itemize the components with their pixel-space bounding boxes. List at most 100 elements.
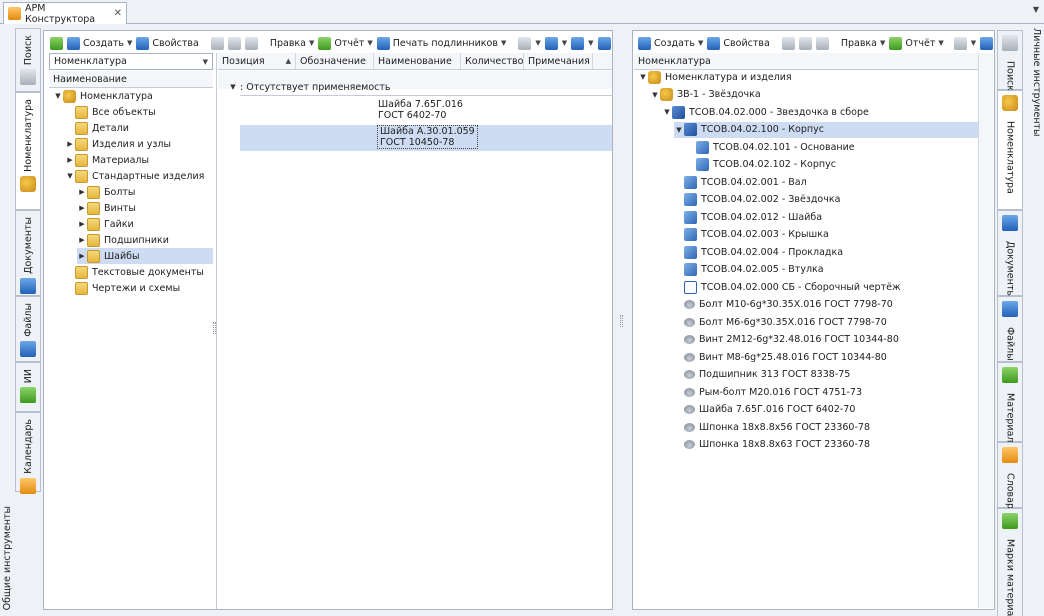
tree-row[interactable]: Винт М8-6g*25.48.016 ГОСТ 10344-80 (674, 349, 978, 365)
tree-row[interactable]: ТСОВ.04.02.101 - Основание (686, 139, 978, 155)
tree-row[interactable]: ▼ Стандартные изделия (65, 168, 213, 184)
vtab-dictionary[interactable]: Словарь (997, 442, 1023, 515)
tree-row[interactable]: Шпонка 18x8.8x56 ГОСТ 23360-78 (674, 419, 978, 435)
copy-icon[interactable] (815, 36, 829, 50)
tree-row[interactable]: Текстовые документы (65, 264, 213, 280)
refresh-icon[interactable] (50, 36, 63, 50)
tree-row[interactable]: ▼ Номенклатура и изделия (638, 69, 978, 85)
save-icon[interactable] (798, 36, 812, 50)
view-icon[interactable] (571, 36, 585, 50)
group-row[interactable]: ▼ : Отсутствует применяемость (228, 79, 612, 95)
vtab-material[interactable]: Материал (997, 362, 1023, 443)
vtab-binoculars[interactable]: Поиск (997, 30, 1023, 91)
expand-arrow-icon[interactable]: ▶ (77, 236, 87, 244)
tree-row[interactable]: Шпонка 18x8.8x63 ГОСТ 23360-78 (674, 437, 978, 453)
tree-row[interactable]: ▼ ТСОВ.04.02.100 - Корпус (674, 121, 978, 138)
collapse-arrow-icon[interactable]: ▼ (674, 126, 684, 134)
tree-row[interactable]: Подшипник 313 ГОСТ 8338-75 (674, 367, 978, 383)
right-tree-header-name[interactable]: Номенклатура (634, 53, 978, 69)
table-row[interactable]: Шайба 7.65Г.016 ГОСТ 6402-70 (240, 98, 612, 124)
tree-row[interactable]: ТСОВ.04.02.000 СБ - Сборочный чертёж (674, 279, 978, 295)
layout-icon[interactable] (597, 36, 611, 50)
chevron-down-icon[interactable]: ▼ (1033, 5, 1039, 14)
tree-row[interactable]: ▶ Шайбы (77, 248, 213, 264)
center-splitter[interactable] (620, 315, 623, 327)
vtab-ii[interactable]: ИИ (15, 362, 41, 412)
col-notes[interactable]: Примечания (524, 53, 593, 69)
tree-row[interactable]: Детали (65, 120, 213, 136)
collapse-arrow-icon[interactable]: ▼ (638, 73, 648, 81)
tree-row[interactable]: Шайба 7.65Г.016 ГОСТ 6402-70 (674, 402, 978, 418)
left-tree-header-name[interactable]: Наименование (49, 71, 213, 87)
right-scrollbar[interactable] (978, 53, 993, 608)
vtab-nomenclature[interactable]: Номенклатура (997, 90, 1023, 210)
tree-row[interactable]: Болт М6-6g*30.35Х.016 ГОСТ 7798-70 (674, 314, 978, 330)
right-properties-button[interactable]: Свойства (707, 36, 770, 50)
vtab-files[interactable]: Файлы (15, 296, 41, 362)
edit-icon[interactable] (781, 36, 795, 50)
tree-row[interactable]: ▶ Изделия и узлы (65, 136, 213, 152)
tree-row[interactable]: ТСОВ.04.02.001 - Вал (674, 174, 978, 190)
expand-arrow-icon[interactable]: ▶ (77, 220, 87, 228)
printer-icon[interactable] (953, 36, 967, 50)
tree-row[interactable]: ▶ Материалы (65, 152, 213, 168)
tree-row[interactable]: ТСОВ.04.02.004 - Прокладка (674, 244, 978, 260)
create-button[interactable]: Создать ▼ (67, 36, 132, 50)
edit-menu-button[interactable]: Правка ▼ (270, 38, 315, 49)
tree-row[interactable]: ТСОВ.04.02.002 - Звёздочка (674, 192, 978, 208)
save-icon[interactable] (227, 36, 241, 50)
expand-arrow-icon[interactable]: ▶ (65, 156, 75, 164)
tree-row[interactable]: ▶ Гайки (77, 216, 213, 232)
collapse-arrow-icon[interactable]: ▼ (650, 91, 660, 99)
expand-arrow-icon[interactable]: ▶ (77, 252, 87, 260)
expand-arrow-icon[interactable]: ▶ (77, 204, 87, 212)
tree-row[interactable]: Чертежи и схемы (65, 280, 213, 296)
right-edit-menu-button[interactable]: Правка ▼ (841, 38, 886, 49)
tree-row[interactable]: Все объекты (65, 104, 213, 120)
tree-row[interactable]: ТСОВ.04.02.003 - Крышка (674, 227, 978, 243)
tree-row[interactable]: ▶ Подшипники (77, 232, 213, 248)
table-row[interactable]: Шайба А.30.01.059 ГОСТ 10450-78 (240, 125, 612, 151)
vtab-document[interactable]: Документы (997, 210, 1023, 298)
right-create-button[interactable]: Создать ▼ (638, 36, 703, 50)
col-position[interactable]: Позиция ▲ (218, 53, 296, 69)
user-icon[interactable] (980, 36, 993, 50)
expand-arrow-icon[interactable]: ▶ (65, 140, 75, 148)
tree-row[interactable]: ▶ Винты (77, 200, 213, 216)
collapse-arrow-icon[interactable]: ▼ (662, 108, 672, 116)
vtab-files[interactable]: Файлы (997, 296, 1023, 362)
report-button[interactable]: Отчёт ▼ (318, 36, 373, 50)
user-icon[interactable] (544, 36, 558, 50)
tree-row[interactable]: Рым-болт М20.016 ГОСТ 4751-73 (674, 384, 978, 400)
expand-arrow-icon[interactable]: ▶ (77, 188, 87, 196)
vtab-nomenclature[interactable]: Номенклатура (15, 92, 41, 210)
collapse-arrow-icon[interactable]: ▼ (65, 172, 75, 180)
col-quantity[interactable]: Количество (461, 53, 524, 69)
properties-button[interactable]: Свойства (136, 36, 199, 50)
close-icon[interactable]: ✕ (114, 8, 122, 19)
tree-row[interactable]: ▼ ЗВ-1 - Звёздочка (650, 87, 978, 103)
tree-row[interactable]: ▼ Номенклатура (53, 88, 213, 104)
tree-row[interactable]: ▶ Болты (77, 184, 213, 200)
right-report-button[interactable]: Отчёт ▼ (889, 36, 944, 50)
doc-tab-arm[interactable]: АРМ Конструктора ✕ (3, 2, 127, 25)
tree-row[interactable]: Болт М10-6g*30.35Х.016 ГОСТ 7798-70 (674, 297, 978, 313)
tree-row[interactable]: Винт 2М12-6g*32.48.016 ГОСТ 10344-80 (674, 332, 978, 348)
tree-row[interactable]: ТСОВ.04.02.005 - Втулка (674, 262, 978, 278)
print-originals-button[interactable]: Печать подлинников ▼ (376, 36, 506, 50)
tree-row[interactable]: ▼ ТСОВ.04.02.000 - Звездочка в сборе (662, 104, 978, 120)
tree-row[interactable]: ТСОВ.04.02.102 - Корпус (686, 157, 978, 173)
vtab-document[interactable]: Документы (15, 210, 41, 296)
vtab-binoculars[interactable]: Поиск (15, 28, 41, 92)
col-designation[interactable]: Обозначение (296, 53, 374, 69)
left-tree-combo[interactable]: Номенклатура ▼ (49, 53, 213, 70)
edit-icon[interactable] (210, 36, 224, 50)
printer-icon[interactable] (518, 36, 532, 50)
tree-row[interactable]: ТСОВ.04.02.012 - Шайба (674, 209, 978, 225)
vtab-material-grades[interactable]: Марки материалов (997, 508, 1023, 616)
vtab-calendar[interactable]: Календарь (15, 412, 41, 494)
collapse-arrow-icon[interactable]: ▼ (53, 92, 63, 100)
group-expander-icon[interactable]: ▼ (228, 83, 238, 91)
copy-icon[interactable] (244, 36, 258, 50)
col-name[interactable]: Наименование (374, 53, 461, 69)
